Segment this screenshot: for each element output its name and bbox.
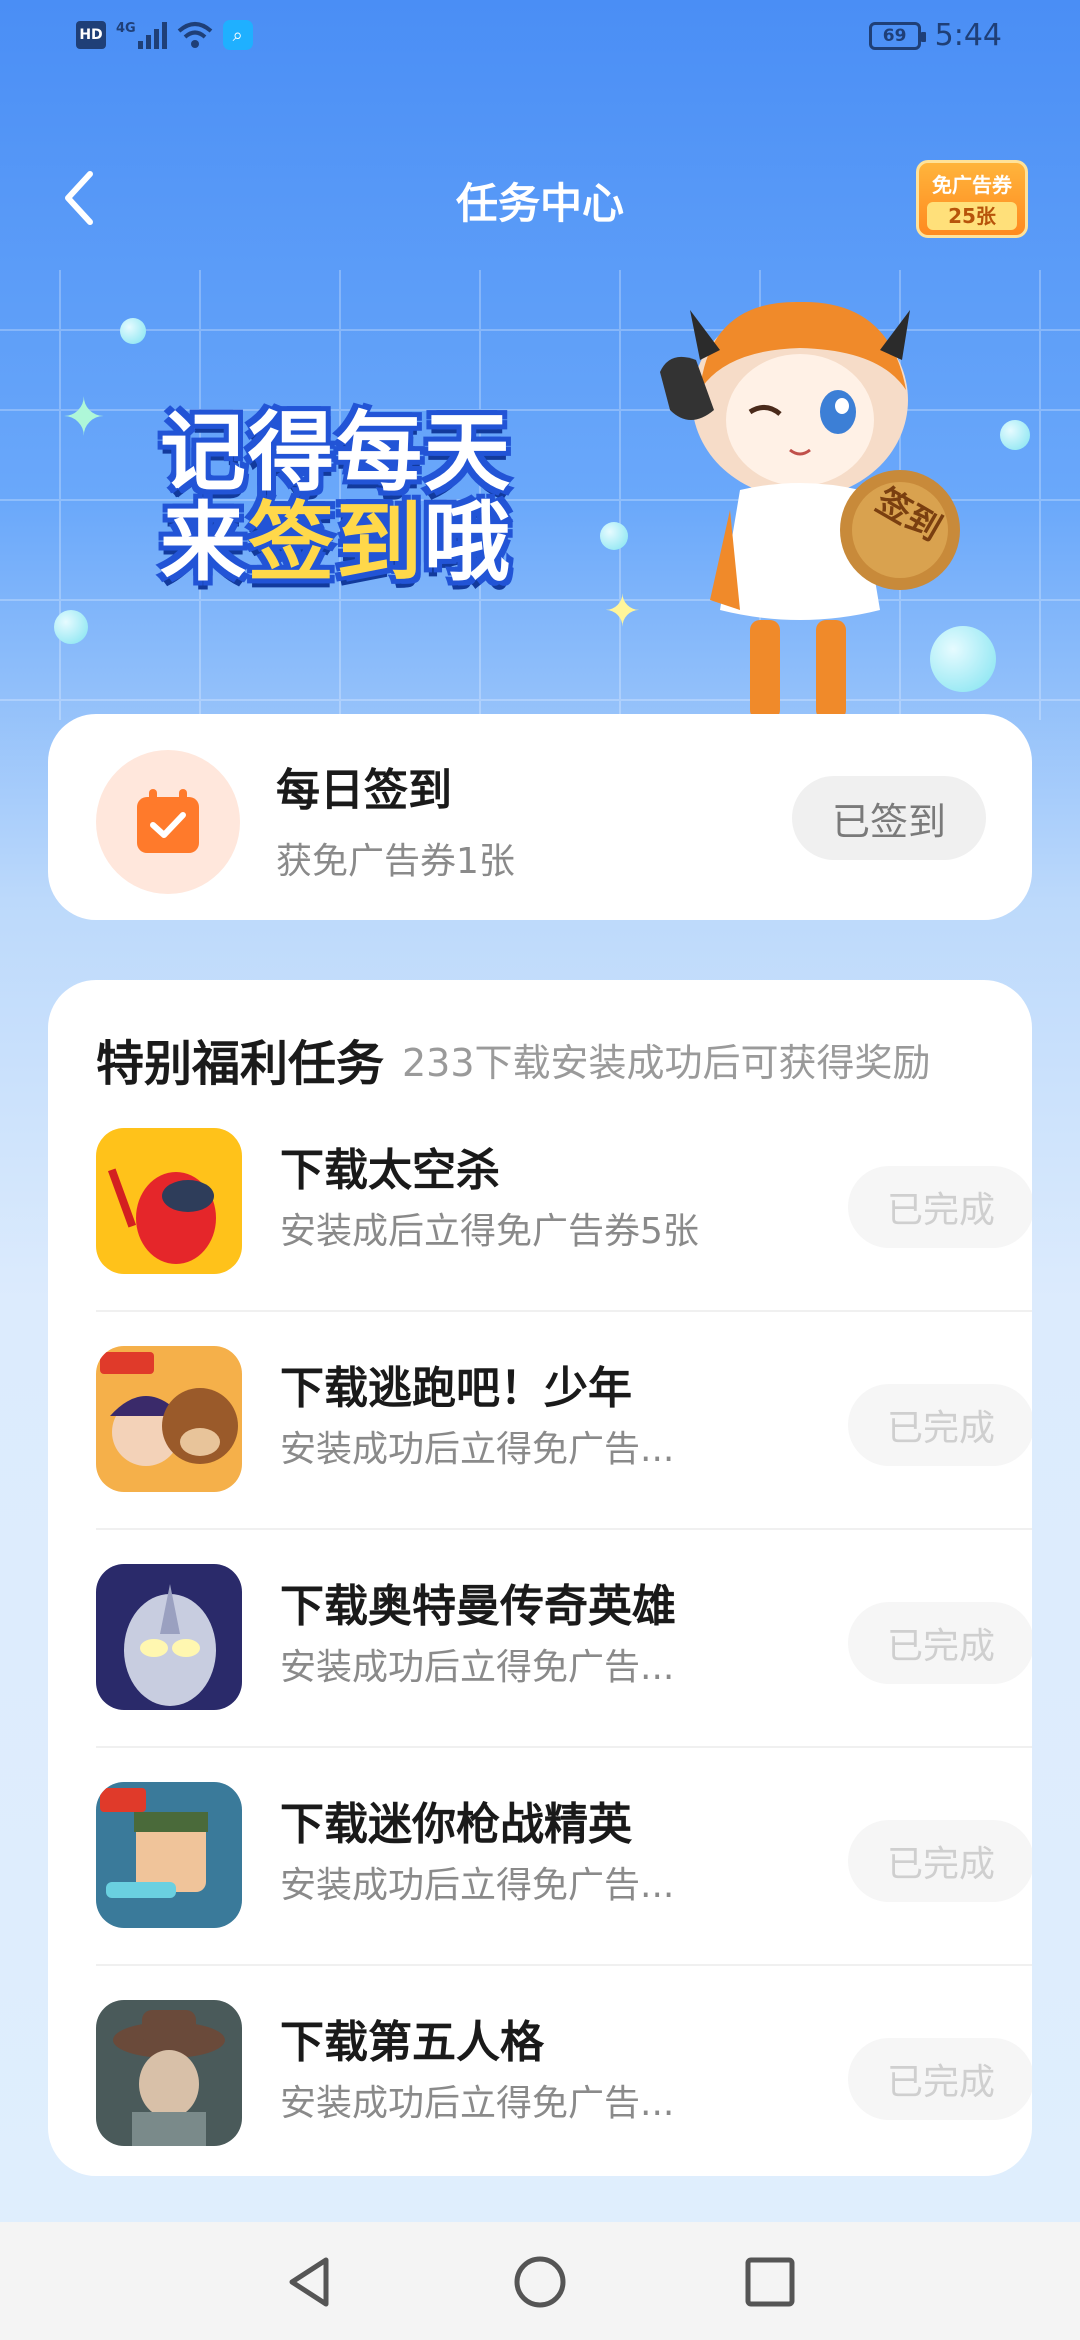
task-title: 下载奥特曼传奇英雄 — [280, 1581, 676, 1632]
completed-button[interactable]: 已完成 — [848, 1602, 1032, 1684]
checkin-banner: ✦ ✦ 记得每天 来签到哦 签到 — [0, 270, 1080, 720]
run-boy-app-icon — [96, 1346, 242, 1492]
task-item[interactable]: 下载迷你枪战精英 安装成功后立得免广告... 已完成 — [96, 1748, 1032, 1966]
task-subtitle: 安装成后立得免广告券5张 — [280, 1211, 699, 1252]
hd-icon: HD — [76, 21, 106, 49]
system-nav-bar — [0, 2222, 1080, 2340]
daily-checkin-card: 每日签到 获免广告券1张 已签到 — [48, 714, 1032, 920]
home-circle-icon[interactable] — [510, 2252, 570, 2312]
task-item[interactable]: 下载逃跑吧！少年 安装成功后立得免广告... 已完成 — [96, 1312, 1032, 1530]
task-subtitle: 安装成功后立得免广告... — [280, 1865, 675, 1906]
bubble-decoration — [54, 610, 88, 644]
wifi-icon — [177, 22, 213, 48]
identity-v-app-icon — [96, 2000, 242, 2146]
task-item[interactable]: 下载奥特曼传奇英雄 安装成功后立得免广告... 已完成 — [96, 1530, 1032, 1748]
mascot-illustration: 签到 — [660, 301, 960, 720]
ultraman-app-icon — [96, 1564, 242, 1710]
task-item[interactable]: 下载第五人格 安装成功后立得免广告... 已完成 — [96, 1966, 1032, 2176]
completed-button[interactable]: 已完成 — [848, 1384, 1032, 1466]
section-note: 233下载安装成功后可获得奖励 — [402, 1041, 931, 1085]
sparkle-icon: ✦ — [62, 388, 106, 448]
task-subtitle: 安装成功后立得免广告... — [280, 1647, 675, 1688]
back-triangle-icon[interactable] — [280, 2252, 340, 2312]
task-title: 下载第五人格 — [280, 2017, 544, 2068]
signed-button[interactable]: 已签到 — [792, 776, 986, 860]
task-subtitle: 安装成功后立得免广告... — [280, 1429, 675, 1470]
special-tasks-card: 233下载安装成功后可获得奖励 特别福利任务 下载太空杀 安装成后立得免广告券5… — [48, 980, 1032, 2176]
bubble-decoration — [1000, 420, 1030, 450]
task-title: 下载迷你枪战精英 — [280, 1799, 632, 1850]
bubble-decoration — [600, 522, 628, 550]
banner-slogan: 记得每天 来签到哦 — [160, 403, 512, 594]
recents-square-icon[interactable] — [740, 2252, 800, 2312]
completed-button[interactable]: 已完成 — [848, 1820, 1032, 1902]
ad-free-coupon-badge[interactable]: 免广告券 25张 — [916, 160, 1028, 238]
search-app-icon: ⌕ — [222, 20, 253, 50]
daily-title: 每日签到 — [276, 765, 452, 816]
task-subtitle: 安装成功后立得免广告... — [280, 2083, 675, 2124]
signal-icon: 4G — [116, 21, 167, 49]
completed-button[interactable]: 已完成 — [848, 2038, 1032, 2120]
among-us-app-icon — [96, 1128, 242, 1274]
task-title: 下载太空杀 — [280, 1145, 500, 1196]
clock: 5:44 — [934, 18, 1002, 53]
task-item[interactable]: 下载太空杀 安装成后立得免广告券5张 已完成 — [96, 1094, 1032, 1312]
bubble-decoration — [120, 318, 146, 344]
status-bar: HD 4G ⌕ 69 5:44 — [0, 0, 1080, 72]
coupon-label: 免广告券 — [932, 173, 1012, 197]
battery-icon: 69 — [868, 21, 926, 50]
task-title: 下载逃跑吧！少年 — [280, 1363, 632, 1414]
completed-button[interactable]: 已完成 — [848, 1166, 1032, 1248]
coupon-count: 25张 — [927, 202, 1017, 230]
calendar-icon — [96, 750, 240, 894]
mini-gun-war-app-icon — [96, 1782, 242, 1928]
section-title: 特别福利任务 — [96, 1036, 385, 1092]
daily-subtitle: 获免广告券1张 — [276, 841, 515, 882]
